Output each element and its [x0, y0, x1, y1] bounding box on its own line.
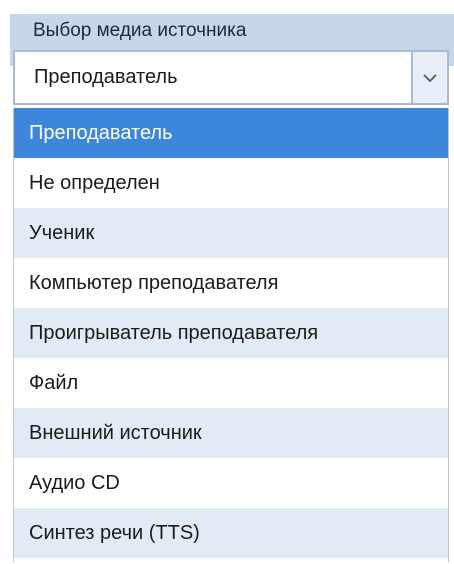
dropdown-arrow-button[interactable] [411, 52, 447, 103]
combobox-selected-value: Преподаватель [34, 66, 178, 88]
dropdown-item-external-source[interactable]: Внешний источник [14, 408, 448, 458]
dropdown-item-file[interactable]: Файл [14, 358, 448, 408]
dropdown-list: Преподаватель Не определен Ученик Компью… [13, 108, 449, 562]
media-source-combobox[interactable]: Преподаватель [13, 50, 449, 105]
dropdown-item-teacher[interactable]: Преподаватель [14, 108, 448, 158]
media-source-panel: Выбор медиа источника Преподаватель Преп… [0, 0, 454, 564]
dropdown-item-audio-cd[interactable]: Аудио CD [14, 458, 448, 508]
dropdown-item-student[interactable]: Ученик [14, 208, 448, 258]
chevron-down-icon [423, 73, 437, 82]
dropdown-item-teacher-player[interactable]: Проигрыватель преподавателя [14, 308, 448, 358]
media-source-label: Выбор медиа источника [33, 20, 247, 41]
dropdown-item-teacher-computer[interactable]: Компьютер преподавателя [14, 258, 448, 308]
dropdown-item-tts[interactable]: Синтез речи (TTS) [14, 508, 448, 558]
dropdown-item-undefined[interactable]: Не определен [14, 158, 448, 208]
